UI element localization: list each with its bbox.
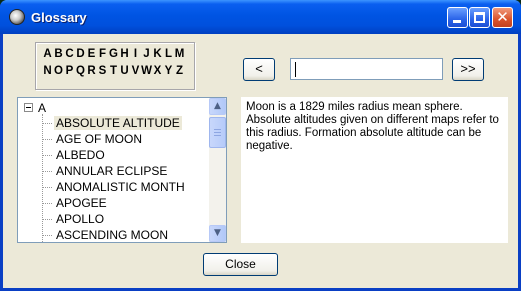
tree-item-label: AGE OF MOON xyxy=(56,132,143,146)
tree-item[interactable]: ANOMALISTIC MONTH xyxy=(18,179,210,195)
tree-item-label: APOGEE xyxy=(56,196,107,210)
letter-j[interactable]: J xyxy=(141,46,152,63)
letter-w[interactable]: W xyxy=(141,63,152,80)
tree-item-label: APOLLO xyxy=(56,212,105,226)
letter-t[interactable]: T xyxy=(108,63,119,80)
title-bar[interactable]: Glossary ✕ xyxy=(0,0,521,34)
letter-o[interactable]: O xyxy=(53,63,64,80)
tree-item[interactable]: AGE OF MOON xyxy=(18,131,210,147)
glossary-window: Glossary ✕ ABCDEFGHIJKLM NOPQRSTUVWXYZ <… xyxy=(0,0,521,291)
close-window-button[interactable]: ✕ xyxy=(492,7,513,28)
tree-item-label: ANNULAR ECLIPSE xyxy=(56,164,168,178)
grip-line xyxy=(214,132,221,133)
grip-line xyxy=(214,129,221,130)
tree-item-label: ANOMALISTIC MONTH xyxy=(56,180,185,194)
close-icon: ✕ xyxy=(496,8,509,26)
tree-scrollbar[interactable]: ▲ ▼ xyxy=(209,98,226,242)
letter-n[interactable]: N xyxy=(42,63,53,80)
letter-h[interactable]: H xyxy=(119,46,130,63)
letter-b[interactable]: B xyxy=(53,46,64,63)
letter-c[interactable]: C xyxy=(64,46,75,63)
alphabet-row-2: NOPQRSTUVWXYZ xyxy=(42,63,188,80)
letter-i[interactable]: I xyxy=(130,46,141,63)
letter-l[interactable]: L xyxy=(163,46,174,63)
letter-u[interactable]: U xyxy=(119,63,130,80)
tree-item[interactable]: ASCENDING MOON xyxy=(18,227,210,242)
tree-item[interactable]: APOLLO xyxy=(18,211,210,227)
tree-items: ABSOLUTE ALTITUDE AGE OF MOON ALBEDO ANNULA… xyxy=(18,115,210,242)
tree-item-label: ALBEDO xyxy=(56,148,105,162)
maximize-icon xyxy=(474,12,485,23)
letter-x[interactable]: X xyxy=(152,63,163,80)
moon-icon xyxy=(9,9,25,25)
definition-text: Moon is a 1829 miles radius mean sphere.… xyxy=(241,97,508,243)
tree-item[interactable]: APOGEE xyxy=(18,195,210,211)
tree-item[interactable]: ALBEDO xyxy=(18,147,210,163)
previous-button[interactable]: < xyxy=(243,58,275,81)
letter-p[interactable]: P xyxy=(64,63,75,80)
letter-f[interactable]: F xyxy=(97,46,108,63)
letter-k[interactable]: K xyxy=(152,46,163,63)
letter-d[interactable]: D xyxy=(75,46,86,63)
window-title: Glossary xyxy=(31,10,87,25)
letter-r[interactable]: R xyxy=(86,63,97,80)
glossary-tree[interactable]: A ABSOLUTE ALTITUDE AGE OF MOON ALBEDO ANNU… xyxy=(17,97,227,243)
scroll-up-icon[interactable]: ▲ xyxy=(209,98,226,115)
letter-g[interactable]: G xyxy=(108,46,119,63)
tree-item-label: ASCENDING MOON xyxy=(56,228,169,242)
letter-v[interactable]: V xyxy=(130,63,141,80)
alphabet-index: ABCDEFGHIJKLM NOPQRSTUVWXYZ xyxy=(35,42,195,90)
tree-item-label: ABSOLUTE ALTITUDE xyxy=(54,116,182,130)
minimize-button[interactable] xyxy=(447,7,468,28)
letter-e[interactable]: E xyxy=(86,46,97,63)
letter-m[interactable]: M xyxy=(174,46,185,63)
letter-y[interactable]: Y xyxy=(163,63,174,80)
letter-q[interactable]: Q xyxy=(75,63,86,80)
collapse-icon[interactable] xyxy=(24,103,33,112)
letter-z[interactable]: Z xyxy=(174,63,185,80)
scroll-down-icon[interactable]: ▼ xyxy=(209,225,226,242)
letter-a[interactable]: A xyxy=(42,46,53,63)
maximize-button[interactable] xyxy=(469,7,490,28)
close-button[interactable]: Close xyxy=(203,253,278,276)
tree-item[interactable]: ABSOLUTE ALTITUDE xyxy=(18,115,210,131)
next-button[interactable]: >> xyxy=(452,58,484,81)
tree-item[interactable]: ANNULAR ECLIPSE xyxy=(18,163,210,179)
alphabet-row-1: ABCDEFGHIJKLM xyxy=(42,46,188,63)
grip-line xyxy=(214,135,221,136)
scroll-thumb[interactable] xyxy=(209,117,226,148)
letter-s[interactable]: S xyxy=(97,63,108,80)
text-caret xyxy=(295,62,296,77)
search-input[interactable] xyxy=(290,58,443,80)
minimize-icon xyxy=(453,20,461,23)
